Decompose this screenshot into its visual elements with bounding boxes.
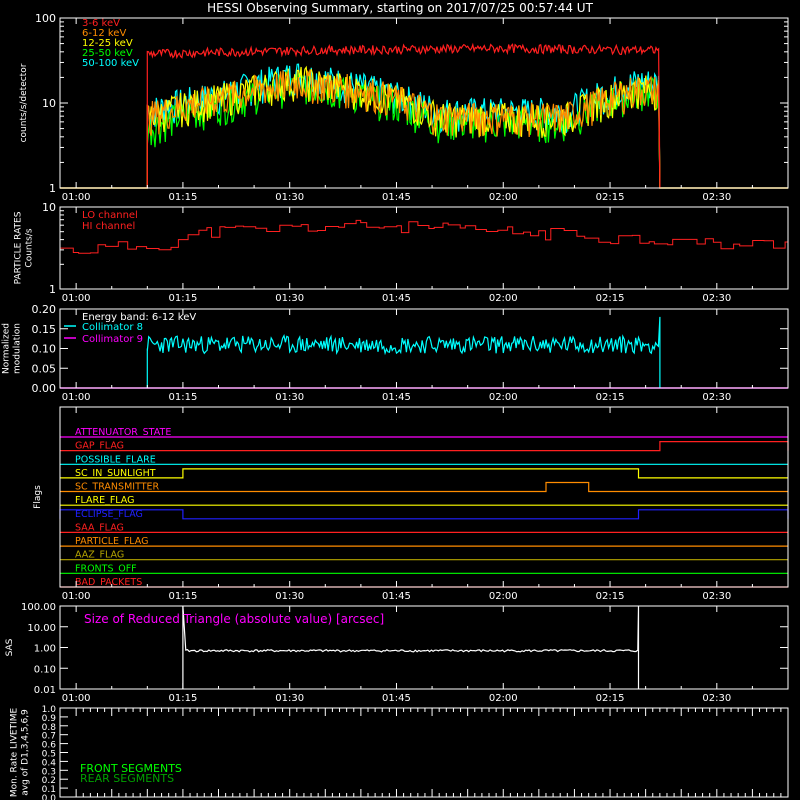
- time-tick-label: 02:30: [702, 192, 731, 203]
- y-tick-label: 0.8: [42, 723, 57, 733]
- time-tick-label: 01:45: [382, 192, 411, 203]
- y-tick-label: 0.2: [42, 776, 56, 786]
- time-tick-label: 02:15: [596, 693, 625, 704]
- time-tick-label: 01:30: [275, 591, 304, 602]
- flag-label: FRONTS_OFF: [75, 563, 137, 574]
- flag-gap_flag-line: [60, 441, 789, 452]
- observing-summary-chart: 110100 3-6 keV6-12 keV12-25 keV25-50 keV5…: [2, 12, 789, 800]
- time-tick-label: 01:15: [169, 192, 198, 203]
- time-tick-label: 01:45: [382, 693, 411, 704]
- y-tick-label: 0.1: [42, 785, 56, 795]
- flag-label: ECLIPSE_FLAG: [75, 509, 143, 520]
- time-tick-label: 02:30: [702, 591, 731, 602]
- time-tick-label: 02:15: [596, 192, 625, 203]
- flag-label: SC_TRANSMITTER: [75, 482, 160, 493]
- flag-label: SC_IN_SUNLIGHT: [75, 468, 156, 479]
- flag-label: SAA_FLAG: [75, 522, 124, 533]
- time-tick-label: 01:45: [382, 392, 411, 403]
- time-tick-label: 01:00: [62, 192, 91, 203]
- flag-label: PARTICLE_FLAG: [75, 536, 148, 547]
- time-tick-label: 01:15: [169, 591, 198, 602]
- time-tick-label: 01:15: [169, 392, 198, 403]
- time-tick-label: 01:00: [62, 591, 91, 602]
- time-tick-label: 01:45: [382, 591, 411, 602]
- y-axis-label: Mon. Rate LIVETIME: [10, 708, 20, 798]
- sas-annotation: Size of Reduced Triangle (absolute value…: [84, 612, 384, 626]
- legend-entry: HI channel: [82, 221, 135, 232]
- time-tick-label: 02:30: [702, 693, 731, 704]
- y-tick-label: 1: [49, 182, 56, 195]
- y-tick-label: 1.00: [34, 644, 56, 655]
- y-tick-label: 0.15: [32, 323, 57, 336]
- time-tick-label: 01:15: [169, 293, 198, 304]
- flag-label: AAZ_FLAG: [75, 550, 124, 561]
- y-tick-label: 0.10: [34, 664, 56, 675]
- flag-label: POSSIBLE_FLARE: [75, 454, 156, 465]
- y-tick-label: 10: [42, 97, 56, 110]
- legend-entry: 50-100 keV: [82, 58, 139, 69]
- time-tick-label: 02:00: [489, 192, 518, 203]
- flag-label: BAD_PACKETS: [75, 577, 142, 588]
- legend-entry: Collimator 9: [82, 334, 143, 345]
- series-6-12-keV-line: [60, 69, 788, 189]
- flag-label: ATTENUATOR_STATE: [75, 427, 171, 438]
- time-tick-label: 02:30: [702, 392, 731, 403]
- y-tick-label: 10: [42, 201, 56, 214]
- time-tick-label: 01:30: [275, 192, 304, 203]
- time-tick-label: 01:00: [62, 693, 91, 704]
- y-axis-label: avg of D1,3,4,5,6,9: [21, 709, 31, 796]
- legend-entry: REAR SEGMENTS: [80, 772, 174, 785]
- y-tick-label: 0.9: [42, 714, 57, 724]
- time-tick-label: 01:00: [62, 392, 91, 403]
- time-tick-label: 02:15: [596, 591, 625, 602]
- y-tick-label: 0.6: [42, 741, 57, 751]
- time-tick-label: 01:45: [382, 293, 411, 304]
- y-tick-label: 100: [35, 12, 56, 25]
- y-tick-label: 100.00: [21, 602, 56, 613]
- flag-sc_transmitter-line: [60, 481, 788, 493]
- y-tick-label: 1: [49, 283, 56, 296]
- time-tick-label: 02:30: [702, 293, 731, 304]
- time-tick-label: 01:00: [62, 293, 91, 304]
- y-tick-label: 0.4: [42, 758, 57, 768]
- y-tick-label: 0.10: [32, 343, 57, 356]
- y-axis-label: SAS: [5, 638, 15, 656]
- y-axis-label: Counts/s: [25, 228, 35, 267]
- time-tick-label: 01:15: [169, 693, 198, 704]
- y-axis-label: counts/s/detector: [19, 63, 29, 142]
- flag-label: FLARE_FLAG: [75, 495, 135, 506]
- y-tick-label: 0.5: [42, 750, 56, 760]
- particle-rates-panel: [59, 206, 789, 290]
- time-tick-label: 01:30: [275, 293, 304, 304]
- y-axis-label: Flags: [33, 485, 43, 509]
- y-tick-label: 0.7: [42, 732, 56, 742]
- lo-channel-line: [59, 219, 788, 254]
- y-tick-label: 0.3: [42, 767, 56, 777]
- y-axis-label: modulation: [13, 323, 23, 374]
- y-axis-label: PARTICLE RATES: [14, 211, 24, 284]
- time-tick-label: 02:00: [489, 693, 518, 704]
- time-tick-label: 02:00: [489, 591, 518, 602]
- y-tick-label: 10.00: [27, 623, 56, 634]
- legend-entry: Collimator 8: [82, 322, 143, 333]
- flag-label: GAP_FLAG: [75, 441, 124, 452]
- collimator-8-line: [146, 316, 661, 388]
- time-tick-label: 02:00: [489, 392, 518, 403]
- time-tick-label: 01:30: [275, 392, 304, 403]
- time-tick-label: 02:15: [596, 392, 625, 403]
- y-tick-label: 0.20: [32, 303, 57, 316]
- y-tick-label: 0.05: [32, 362, 57, 375]
- flag-sc_in_sunlight-line: [60, 468, 788, 479]
- legend-entry: LO channel: [82, 210, 138, 221]
- y-axis-label: Normalized: [2, 323, 12, 374]
- y-tick-label: 0.01: [34, 685, 56, 696]
- time-tick-label: 01:30: [275, 693, 304, 704]
- flag-eclipse_flag-line: [59, 509, 789, 520]
- y-tick-label: 1.0: [42, 705, 57, 715]
- time-tick-label: 02:00: [489, 293, 518, 304]
- y-tick-label: 0.00: [32, 382, 57, 395]
- time-tick-label: 02:15: [596, 293, 625, 304]
- series-25-50-keV-line: [60, 69, 788, 189]
